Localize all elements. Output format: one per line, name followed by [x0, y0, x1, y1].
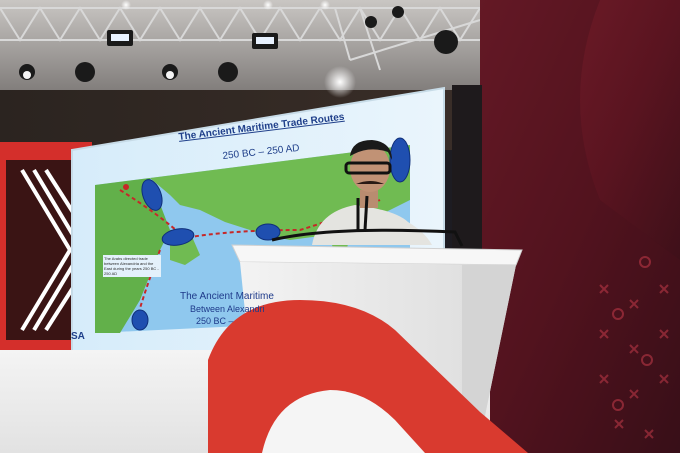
podium	[208, 244, 528, 453]
stage-scene	[0, 0, 680, 453]
map-overlay-line3: 250 BC –	[196, 316, 234, 326]
map-overlay-line2: Between Alexandri	[190, 304, 265, 314]
slide-logo: SA	[71, 331, 85, 342]
map-overlay-title: The Ancient Maritime	[180, 291, 274, 302]
map-annotation: The Arabs directed trade between Alexand…	[103, 255, 161, 277]
event-photo: The Ancient Maritime Trade Routes 250 BC…	[0, 0, 680, 453]
